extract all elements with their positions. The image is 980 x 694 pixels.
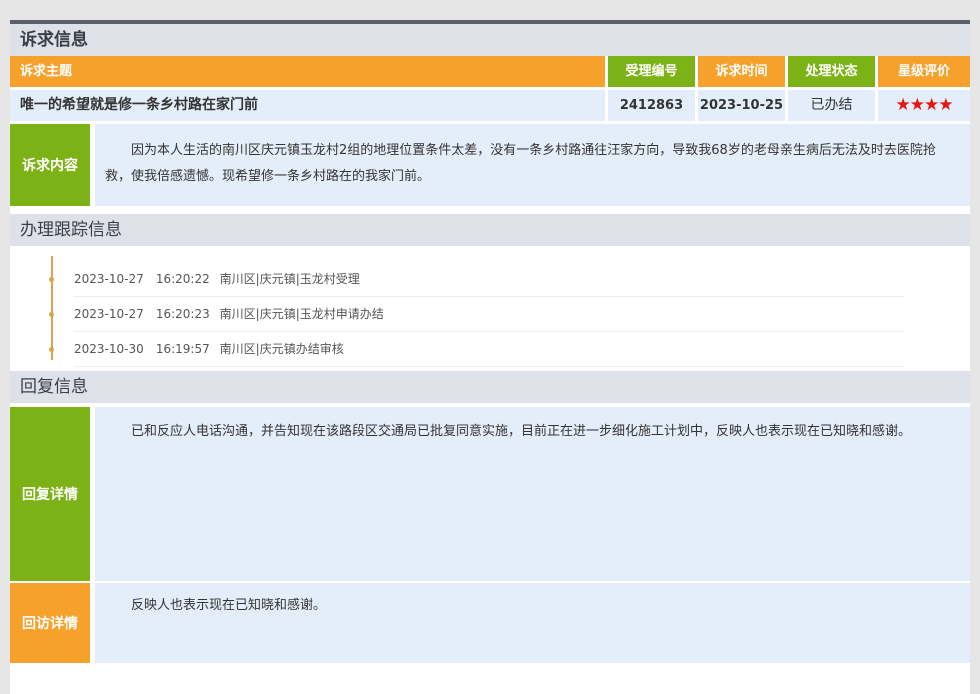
appeal-header-row: 诉求主题 受理编号 诉求时间 处理状态 星级评价 — [10, 56, 970, 90]
appeal-status: 已办结 — [788, 90, 878, 124]
timeline-date: 2023-10-27 — [74, 307, 144, 321]
timeline-item: 2023-10-30 16:19:57 南川区|庆元镇办结审核 — [49, 332, 904, 367]
revisit-row: 回访详情 反映人也表示现在已知晓和感谢。 — [10, 583, 970, 663]
timeline-line — [51, 256, 53, 360]
timeline-text: 南川区|庆元镇|玉龙村受理 — [219, 272, 360, 286]
timeline-item: 2023-10-27 16:20:22 南川区|庆元镇|玉龙村受理 — [49, 262, 904, 297]
timeline-time: 16:20:22 — [155, 272, 210, 286]
status-header: 处理状态 — [788, 56, 878, 90]
tracking-timeline: 2023-10-27 16:20:22 南川区|庆元镇|玉龙村受理 2023-1… — [10, 246, 970, 367]
rating-stars: ★★★★ — [878, 90, 970, 124]
timeline-time: 16:19:57 — [155, 342, 210, 356]
timeline-time: 16:20:23 — [155, 307, 210, 321]
rating-header: 星级评价 — [878, 56, 970, 90]
content-label: 诉求内容 — [10, 124, 95, 206]
id-header: 受理编号 — [608, 56, 698, 90]
reply-section-title: 回复信息 — [10, 371, 970, 403]
timeline-text: 南川区|庆元镇|玉龙村申请办结 — [219, 307, 384, 321]
time-header: 诉求时间 — [698, 56, 788, 90]
timeline-dot — [49, 277, 54, 282]
appeal-section-title: 诉求信息 — [10, 24, 970, 56]
reply-detail: 已和反应人电话沟通，并告知现在该路段区交通局已批复同意实施，目前正在进一步细化施… — [95, 407, 970, 581]
timeline-text: 南川区|庆元镇办结审核 — [219, 342, 344, 356]
topic-header: 诉求主题 — [10, 56, 608, 90]
revisit-detail: 反映人也表示现在已知晓和感谢。 — [95, 583, 970, 663]
timeline-date: 2023-10-30 — [74, 342, 144, 356]
appeal-content: 因为本人生活的南川区庆元镇玉龙村2组的地理位置条件太差，没有一条乡村路通往汪家方… — [95, 124, 970, 206]
timeline-dot — [49, 347, 54, 352]
appeal-topic: 唯一的希望就是修一条乡村路在家门前 — [10, 90, 608, 124]
revisit-label: 回访详情 — [10, 583, 95, 663]
timeline-date: 2023-10-27 — [74, 272, 144, 286]
timeline-item: 2023-10-27 16:20:23 南川区|庆元镇|玉龙村申请办结 — [49, 297, 904, 332]
appeal-detail-page: 诉求信息 诉求主题 受理编号 诉求时间 处理状态 星级评价 唯一的希望就是修一条… — [10, 20, 970, 694]
timeline-dot — [49, 312, 54, 317]
appeal-time: 2023-10-25 — [698, 90, 788, 124]
appeal-id: 2412863 — [608, 90, 698, 124]
appeal-content-row: 诉求内容 因为本人生活的南川区庆元镇玉龙村2组的地理位置条件太差，没有一条乡村路… — [10, 124, 970, 206]
reply-detail-row: 回复详情 已和反应人电话沟通，并告知现在该路段区交通局已批复同意实施，目前正在进… — [10, 407, 970, 581]
tracking-section-title: 办理跟踪信息 — [10, 214, 970, 246]
reply-detail-label: 回复详情 — [10, 407, 95, 581]
appeal-value-row: 唯一的希望就是修一条乡村路在家门前 2412863 2023-10-25 已办结… — [10, 90, 970, 124]
